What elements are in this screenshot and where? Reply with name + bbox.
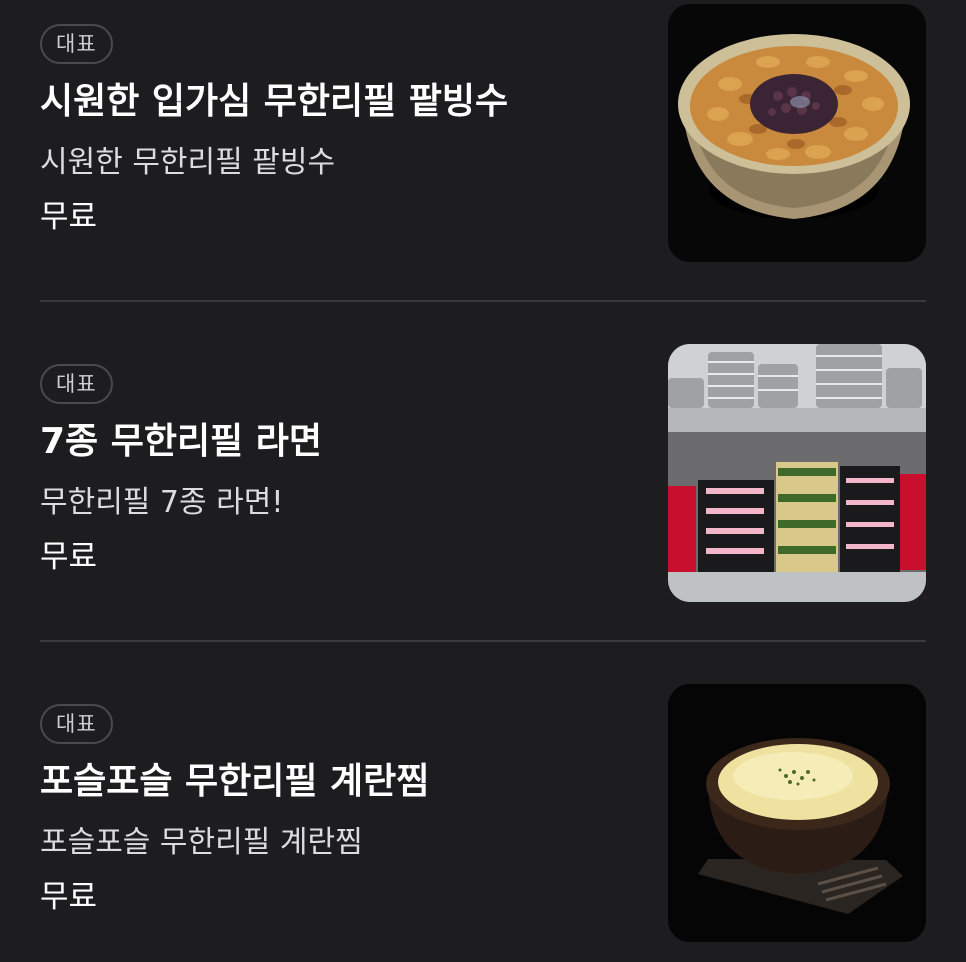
menu-item-name: 7종 무한리필 라면 bbox=[40, 421, 322, 462]
ramen-shelf-photo[interactable] bbox=[668, 344, 926, 602]
menu-item-description: 시원한 무한리필 팥빙수 bbox=[40, 145, 336, 180]
menu-item-steamed-egg[interactable]: 대표 포슬포슬 무한리필 계란찜 포슬포슬 무한리필 계란찜 무료 bbox=[0, 680, 966, 962]
menu-item-price: 무료 bbox=[40, 199, 98, 235]
divider bbox=[40, 640, 926, 642]
divider bbox=[40, 300, 926, 302]
ramen-shelf-image bbox=[668, 344, 926, 602]
patbingsu-photo[interactable] bbox=[668, 4, 926, 262]
menu-list: 대표 시원한 입가심 무한리필 팥빙수 시원한 무한리필 팥빙수 무료 대표 7… bbox=[0, 0, 966, 962]
steamed-egg-image bbox=[668, 684, 926, 942]
menu-item-price: 무료 bbox=[40, 879, 98, 915]
menu-item-description: 포슬포슬 무한리필 계란찜 bbox=[40, 825, 363, 860]
patbingsu-image bbox=[668, 4, 926, 262]
menu-item-patbingsu[interactable]: 대표 시원한 입가심 무한리필 팥빙수 시원한 무한리필 팥빙수 무료 bbox=[0, 0, 966, 300]
menu-item-name: 시원한 입가심 무한리필 팥빙수 bbox=[40, 81, 509, 122]
menu-item-ramen[interactable]: 대표 7종 무한리필 라면 무한리필 7종 라면! 무료 bbox=[0, 340, 966, 640]
signature-badge: 대표 bbox=[40, 24, 113, 64]
signature-badge: 대표 bbox=[40, 704, 113, 744]
menu-item-price: 무료 bbox=[40, 539, 98, 575]
steamed-egg-photo[interactable] bbox=[668, 684, 926, 942]
menu-item-name: 포슬포슬 무한리필 계란찜 bbox=[40, 761, 430, 802]
menu-item-description: 무한리필 7종 라면! bbox=[40, 485, 284, 520]
signature-badge: 대표 bbox=[40, 364, 113, 404]
